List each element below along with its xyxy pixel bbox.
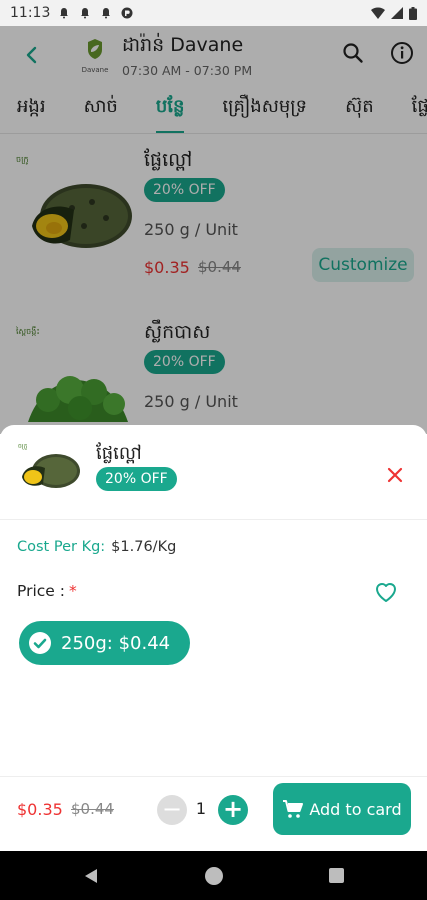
decrease-quantity-button[interactable]: −: [157, 795, 187, 825]
add-to-cart-label: Add to card: [309, 799, 402, 819]
sheet-header: ចក្រូ ផ្លែល្ពៅ 20% OFF: [0, 425, 427, 520]
required-mark: *: [68, 582, 77, 600]
modal-backdrop[interactable]: [0, 26, 427, 434]
system-nav-bar: [0, 851, 427, 900]
nav-recents-icon[interactable]: [329, 868, 344, 883]
notification-bell-icon: [60, 8, 69, 19]
product-options-sheet: ចក្រូ ផ្លែល្ពៅ 20% OFF Cost Per Kg: $1.76…: [0, 425, 427, 851]
cost-value: $1.76/Kg: [111, 539, 177, 555]
status-time: 11:13: [10, 5, 51, 21]
sheet-footer: $0.35 $0.44 − 1 + Add to card: [0, 776, 427, 851]
price-label-text: Price :: [17, 582, 65, 600]
add-to-cart-button[interactable]: Add to card: [273, 783, 411, 835]
sheet-product-name: ផ្លែល្ពៅ: [96, 443, 142, 464]
cell-signal-icon: [391, 7, 403, 19]
increase-quantity-button[interactable]: +: [218, 795, 248, 825]
sheet-brand-label: ចក្រូ: [18, 443, 28, 450]
footer-price: $0.35: [17, 800, 63, 819]
discount-badge: 20% OFF: [96, 467, 177, 491]
quantity-value: 1: [195, 799, 207, 818]
notification-bell-icon: [81, 8, 90, 19]
notification-bell-icon: [102, 8, 111, 19]
weight-option-label: 250g: $0.44: [61, 632, 171, 654]
app-notification-icon: [121, 7, 133, 19]
battery-icon: [409, 6, 417, 20]
weight-option-chip[interactable]: 250g: $0.44: [19, 621, 191, 665]
footer-old-price: $0.44: [71, 800, 114, 818]
heart-icon[interactable]: [373, 580, 399, 604]
cart-icon: [283, 800, 304, 818]
check-circle-icon: [29, 632, 51, 654]
nav-home-icon[interactable]: [205, 867, 223, 885]
nav-back-icon[interactable]: [83, 868, 99, 884]
cost-per-kg: Cost Per Kg: $1.76/Kg: [17, 539, 176, 555]
price-label: Price : *: [17, 582, 77, 600]
wifi-icon: [371, 7, 385, 19]
status-bar: 11:13: [0, 0, 427, 26]
cost-label: Cost Per Kg:: [17, 539, 106, 555]
close-icon[interactable]: [385, 465, 405, 485]
